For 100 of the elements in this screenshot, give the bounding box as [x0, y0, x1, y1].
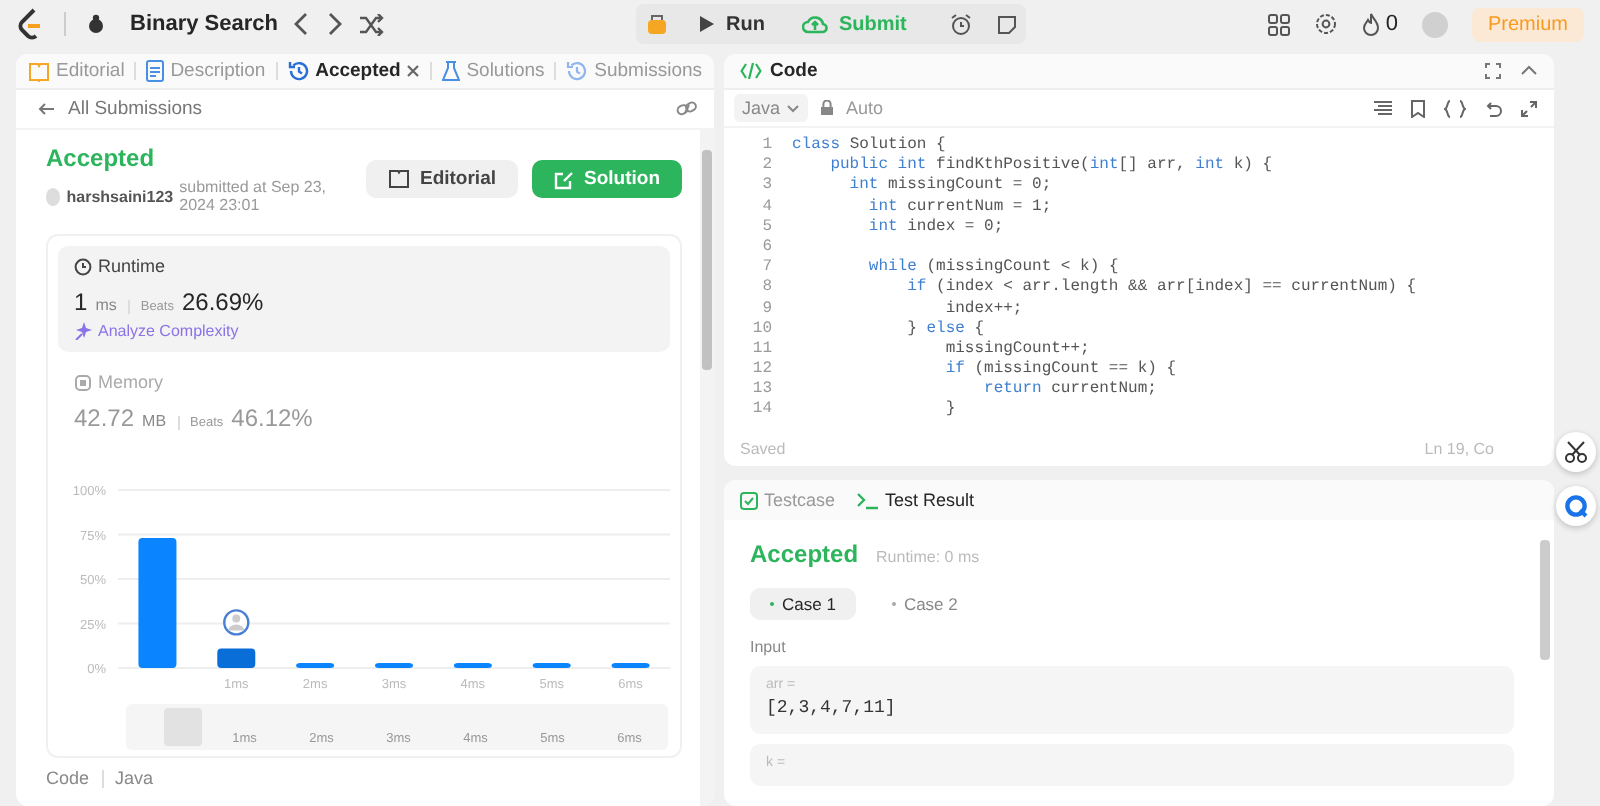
chart-bar: [532, 663, 571, 668]
editorial-button[interactable]: Editorial: [365, 160, 518, 198]
panel-title: Code: [770, 60, 818, 82]
line-number: 12: [750, 360, 774, 381]
code-line: int missingCount = 0;: [847, 176, 1052, 198]
checkbox-icon: [740, 491, 758, 509]
chart-bar: [453, 663, 492, 668]
panel-tab[interactable]: Accepted: [287, 60, 421, 82]
language-dropdown[interactable]: Java: [734, 94, 809, 122]
code-icon: [740, 62, 762, 80]
solution-button[interactable]: Solution: [532, 160, 682, 198]
code-line: } else {: [905, 319, 985, 340]
line-number: 3: [760, 176, 774, 198]
line-number: 9: [760, 299, 774, 320]
chevron-left-icon[interactable]: [293, 12, 310, 36]
logo-icon[interactable]: [16, 8, 44, 40]
streak-count: 0: [1385, 12, 1398, 36]
panel-tab[interactable]: Solutions: [442, 60, 545, 82]
line-number: 1: [760, 136, 774, 157]
runtime-title: Runtime: [98, 256, 166, 276]
grid-icon[interactable]: [1267, 13, 1290, 35]
code-line: missingCount++;: [943, 339, 1090, 360]
mode-label: Auto: [846, 98, 884, 118]
lock-icon: [820, 100, 835, 116]
collapse-icon[interactable]: [1520, 62, 1538, 80]
result-runtime: Runtime: 0 ms: [876, 548, 980, 566]
bookmark-icon[interactable]: [1410, 99, 1426, 117]
chart-bar: [138, 538, 177, 668]
analyze-complexity-link[interactable]: Analyze Complexity: [98, 322, 239, 340]
chart-bar: [375, 663, 413, 668]
fullscreen-icon[interactable]: [1484, 62, 1502, 80]
premium-button[interactable]: Premium: [1471, 7, 1584, 41]
history-icon: [566, 60, 589, 82]
flame-icon[interactable]: [1361, 12, 1380, 36]
code-line: index++;: [943, 299, 1023, 320]
result-status: Accepted: [750, 540, 859, 568]
scissors-button[interactable]: [1556, 432, 1596, 472]
line-number: 13: [750, 380, 774, 401]
case-tab[interactable]: Case 2: [871, 588, 978, 620]
line-number: 7: [760, 258, 774, 279]
panel-tab[interactable]: Description: [146, 60, 266, 82]
memory-beats: 46.12%: [231, 404, 313, 432]
link-icon[interactable]: [676, 100, 698, 118]
memory-title: Memory: [98, 372, 164, 392]
code-line: public int findKthPositive(int[] arr, int k) {: [828, 156, 1273, 176]
edit-icon: [554, 169, 574, 189]
input-label: Input: [750, 638, 788, 656]
document-icon: [146, 60, 165, 82]
braces-icon[interactable]: [1444, 99, 1466, 117]
bug-icon: [86, 14, 106, 34]
case-tab[interactable]: Case 1: [750, 588, 856, 620]
chat-button[interactable]: [1556, 486, 1596, 526]
input-value: [2,3,4,7,11]: [766, 698, 898, 718]
line-number: 5: [760, 217, 774, 238]
alarm-clock-icon[interactable]: [949, 13, 972, 35]
panel-tab[interactable]: Test Result: [855, 490, 975, 510]
panel-tab[interactable]: Editorial: [28, 60, 125, 82]
username[interactable]: harshsaini123: [66, 187, 174, 205]
sparkle-icon[interactable]: [74, 322, 92, 340]
submission-status: Accepted: [46, 144, 157, 172]
line-number: 10: [750, 319, 774, 340]
chevron-right-icon[interactable]: [325, 12, 342, 36]
chart-bar: [611, 663, 650, 668]
save-status: Saved: [740, 440, 786, 458]
assistant-icon: [1564, 494, 1588, 518]
code-line: }: [943, 400, 956, 422]
close-icon[interactable]: [406, 64, 421, 78]
panel-tab[interactable]: Testcase: [740, 490, 836, 510]
panel-tab[interactable]: Submissions: [566, 60, 703, 82]
note-icon[interactable]: [995, 13, 1018, 35]
runtime-unit: ms: [95, 296, 117, 314]
shuffle-icon[interactable]: [357, 13, 384, 35]
scrollbar[interactable]: [700, 130, 714, 806]
clock-icon: [74, 257, 92, 275]
code-line: while (missingCount < k) {: [866, 258, 1119, 278]
format-icon[interactable]: [1374, 100, 1392, 116]
undo-icon[interactable]: [1484, 99, 1502, 117]
section-tab[interactable]: Java: [115, 768, 154, 788]
history-icon: [287, 60, 310, 82]
line-number: 11: [750, 339, 774, 361]
problem-title[interactable]: Binary Search: [130, 12, 278, 36]
runtime-beats: 26.69%: [181, 288, 264, 316]
line-number: 8: [760, 278, 774, 299]
memory-unit: MB: [142, 412, 167, 430]
memory-value: 42.72: [74, 404, 135, 432]
line-number: 4: [760, 197, 774, 218]
section-tab[interactable]: Code: [46, 768, 90, 788]
user-avatar: [46, 187, 61, 205]
terminal-icon: [855, 491, 880, 509]
expand-icon[interactable]: [1520, 99, 1538, 117]
scissors-icon: [1564, 440, 1588, 464]
submission-time: submitted at Sep 23, 2024 23:01: [179, 178, 329, 214]
settings-icon[interactable]: [1313, 12, 1338, 36]
back-arrow-icon[interactable]: [38, 102, 56, 116]
code-line: int index = 0;: [866, 217, 1004, 238]
code-line: if (missingCount == k) {: [943, 360, 1177, 381]
scrollbar[interactable]: [1540, 540, 1550, 660]
line-number: 6: [760, 237, 774, 259]
debug-icon[interactable]: [645, 12, 667, 36]
back-link[interactable]: All Submissions: [68, 98, 203, 120]
